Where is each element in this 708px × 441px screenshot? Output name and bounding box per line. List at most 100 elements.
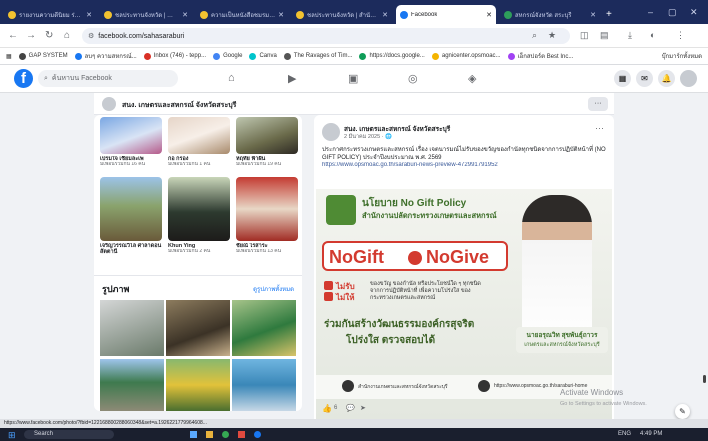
taskbar-app-icon[interactable] <box>190 431 197 438</box>
translate-icon[interactable]: ⌕ <box>532 30 537 41</box>
new-tab-button[interactable]: + <box>602 5 616 24</box>
photos-heading: รูปภาพ <box>102 284 130 294</box>
home-nav-icon[interactable]: ⌂ <box>228 72 235 84</box>
activate-windows-subtitle: Go to Settings to activate Windows. <box>560 401 647 407</box>
messenger-icon[interactable]: ✉ <box>636 70 653 87</box>
download-icon[interactable]: ⤓ <box>628 30 632 41</box>
bookmark-item[interactable]: Inbox (746) - tepp... <box>143 52 206 60</box>
banner-subtitle: สำนักงานปลัดกระทรวงเกษตรและสหกรณ์ <box>362 211 497 220</box>
ministry-logo-icon <box>326 195 356 225</box>
bookmark-item[interactable]: Google <box>213 52 242 60</box>
facebook-logo[interactable]: f <box>14 69 33 88</box>
page-name[interactable]: สนง. เกษตรและสหกรณ์ จังหวัดสระบุรี <box>122 100 236 111</box>
tab-1[interactable]: รายงานความดีนิยม ร่วมขับเคลื่อน✕ <box>4 5 96 24</box>
extensions-icon[interactable]: ◫ <box>580 30 589 41</box>
facebook-search-input[interactable]: ⌕ ค้นหาบน Facebook <box>38 70 178 87</box>
page-avatar[interactable] <box>102 97 116 111</box>
groups-nav-icon[interactable]: ◎ <box>408 72 418 85</box>
page-more-button[interactable]: ··· <box>588 97 608 111</box>
close-tab-icon[interactable]: ✕ <box>182 11 188 19</box>
close-tab-icon[interactable]: ✕ <box>382 11 388 19</box>
photo-thumbnail[interactable] <box>166 300 230 356</box>
taskbar-app-icon[interactable] <box>206 431 213 438</box>
favicon-icon <box>200 10 208 19</box>
reload-icon[interactable]: ↻ <box>45 30 53 41</box>
activate-windows-title: Activate Windows <box>560 388 624 397</box>
all-bookmarks[interactable]: บุ๊กมาร์กทั้งหมด <box>662 51 702 61</box>
photo-thumbnail[interactable] <box>232 300 296 356</box>
comment-icon[interactable]: 💬 <box>346 404 355 412</box>
see-all-photos-link[interactable]: ดูรูปภาพทั้งหมด <box>253 284 294 294</box>
photo-thumbnail[interactable] <box>100 300 164 356</box>
bookmark-item[interactable]: agnicenter.opsmoac... <box>431 52 501 60</box>
friend-card[interactable]: กอ กรอง มีเพื่อนร่วมกัน 1 คน <box>168 117 230 168</box>
photo-thumbnail[interactable] <box>166 359 230 411</box>
apps-icon[interactable]: ▦ <box>6 53 12 60</box>
site-info-icon[interactable]: ⚙ <box>88 32 94 40</box>
close-window-icon[interactable]: ✕ <box>690 7 698 18</box>
share-icon[interactable]: ➤ <box>360 404 366 412</box>
profile-icon[interactable]: ◐ <box>650 30 655 40</box>
scrollbar-thumb[interactable] <box>703 375 706 383</box>
tab-3[interactable]: ความเป็นหนังสือชมรมสหกรณ์✕ <box>196 5 288 24</box>
close-tab-icon[interactable]: ✕ <box>486 11 492 19</box>
taskbar-app-icon[interactable] <box>222 431 229 438</box>
notifications-icon[interactable]: 🔔 <box>658 70 675 87</box>
friend-photo <box>168 117 230 154</box>
slogan-line-2: โปร่งใส ตรวจสอบได้ <box>346 335 436 346</box>
menu-grid-icon[interactable]: ▦ <box>614 70 631 87</box>
clock[interactable]: 4:49 PM <box>640 431 662 437</box>
marketplace-nav-icon[interactable]: ▣ <box>348 72 358 85</box>
back-icon[interactable]: ← <box>8 30 18 41</box>
windows-start-icon[interactable]: ⊞ <box>8 430 16 441</box>
address-toolbar: ← → ↻ ⌂ ⚙ facebook.com/sahasaraburi ⌕ ★ … <box>0 24 708 48</box>
friend-card[interactable]: หฤทัย ฟ้าฝัน มีเพื่อนร่วมกัน 19 คน <box>236 117 298 168</box>
bookmark-item[interactable]: ลบๆ ความสหกรณ์... <box>74 51 137 61</box>
minimize-icon[interactable]: – <box>648 7 653 17</box>
taskbar-search[interactable]: Search <box>24 430 114 439</box>
post-time[interactable]: 2 มีนาคม 2025 · 🌐 <box>344 133 392 141</box>
video-nav-icon[interactable]: ▶ <box>288 72 296 85</box>
menu-icon[interactable]: ⋮ <box>676 30 685 41</box>
close-tab-icon[interactable]: ✕ <box>278 11 284 19</box>
bookmark-star-icon[interactable]: ★ <box>548 30 556 41</box>
post-author-avatar[interactable] <box>322 123 340 141</box>
bookmark-item[interactable]: เอ็กสปอร์ต Best Inc... <box>507 51 573 61</box>
post-more-button[interactable]: ··· <box>595 123 604 133</box>
slogan-line-1: ร่วมกันสร้างวัฒนธรรมองค์กรสุจริต <box>324 319 475 330</box>
friend-card[interactable]: ชัยณ์ ไรสาระ มีเพื่อนร่วมกัน 13 คน <box>236 177 298 255</box>
close-tab-icon[interactable]: ✕ <box>86 11 92 19</box>
url-field[interactable]: ⚙ facebook.com/sahasaraburi <box>82 28 570 44</box>
gaming-nav-icon[interactable]: ◈ <box>468 72 476 85</box>
official-portrait <box>522 195 592 345</box>
status-url-bar: https://www.facebook.com/photo/?fbid=122… <box>0 419 708 428</box>
friend-card[interactable]: เจริญวรรณวิไล ศาลาดอน สัตตานี <box>100 177 162 256</box>
reaction-count[interactable]: 6 <box>334 405 337 411</box>
tab-facebook[interactable]: Facebook ✕ <box>396 5 496 24</box>
friend-card[interactable]: เปรมใจ เชียมละเพ มีเพื่อนร่วมกัน 16 คน <box>100 117 162 168</box>
taskbar-app-icon[interactable] <box>238 431 245 438</box>
photo-thumbnail[interactable] <box>100 359 164 411</box>
bookmark-item[interactable]: Canva <box>249 52 277 60</box>
bookmark-item[interactable]: https://docs.google... <box>359 52 425 60</box>
tab-4[interactable]: ชลประทานจังหวัด | สำนักงานฯ✕ <box>292 5 392 24</box>
friend-photo <box>236 177 298 241</box>
taskbar-app-icon[interactable] <box>254 431 261 438</box>
tab-6[interactable]: สหกรณ์จังหวัด สระบุรี ✕ <box>500 5 600 24</box>
no-gift-banner[interactable]: นโยบาย No Gift Policy สำนักงานปลัดกระทรว… <box>316 189 612 419</box>
language-indicator[interactable]: ENG <box>618 431 631 437</box>
home-icon[interactable]: ⌂ <box>64 30 70 41</box>
like-icon[interactable]: 👍 <box>322 404 332 413</box>
bookmark-item[interactable]: GAP SYSTEM <box>18 52 68 60</box>
sidebar-icon[interactable]: ▤ <box>600 30 609 41</box>
forward-icon[interactable]: → <box>26 30 36 41</box>
new-message-button[interactable]: ✎ <box>675 404 690 419</box>
bookmark-item[interactable]: The Ravages of Tim... <box>283 52 352 60</box>
maximize-icon[interactable]: ▢ <box>668 7 677 18</box>
photo-thumbnail[interactable] <box>232 359 296 411</box>
friend-card[interactable]: Khun Ying มีเพื่อนร่วมกัน 2 คน <box>168 177 230 255</box>
tab-2[interactable]: ชลประทานจังหวัด | สำนักงานฯ✕ <box>100 5 192 24</box>
close-tab-icon[interactable]: ✕ <box>590 11 596 19</box>
account-avatar[interactable] <box>680 70 697 87</box>
post-link[interactable]: https://www.opsmoac.go.th/saraburi-news-… <box>322 162 608 168</box>
